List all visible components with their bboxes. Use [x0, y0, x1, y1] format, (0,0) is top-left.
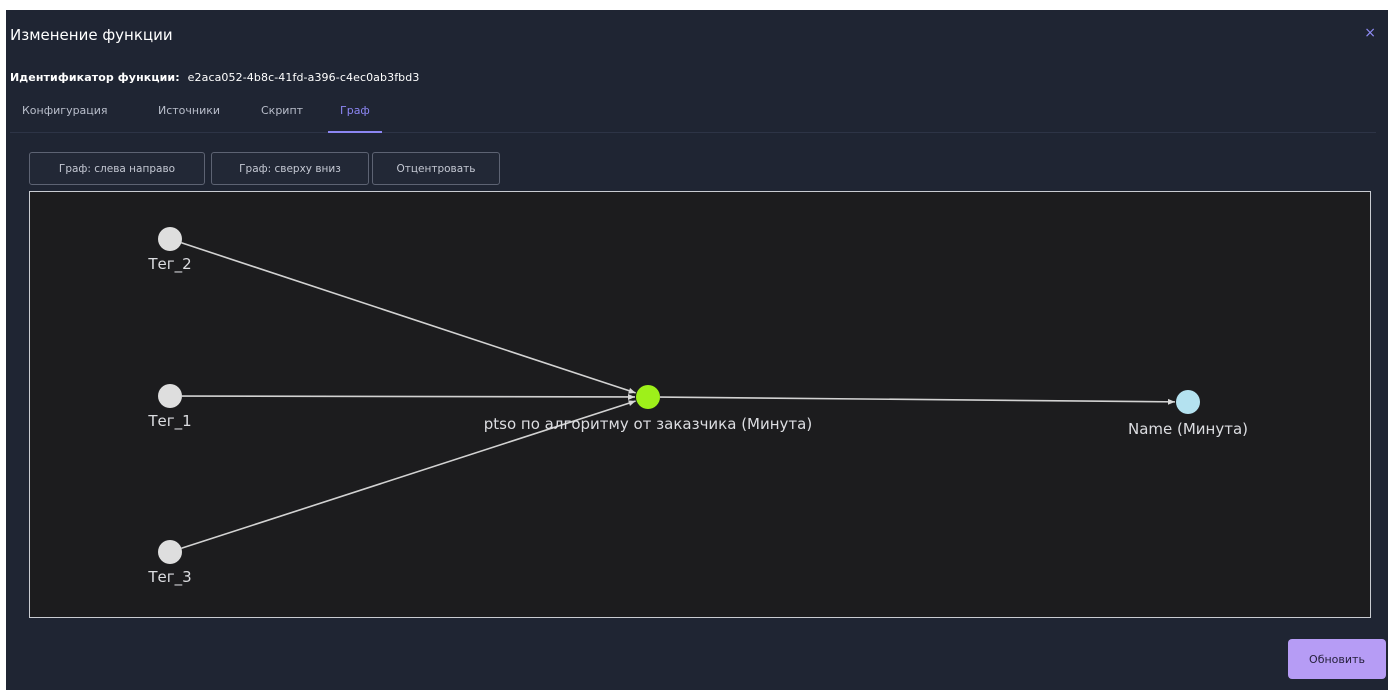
tab-configuration[interactable]: Конфигурация: [22, 104, 108, 131]
function-id: Идентификатор функции: e2aca052-4b8c-41f…: [10, 71, 419, 84]
graph-left-to-right-button[interactable]: Граф: слева направо: [29, 152, 205, 185]
graph-node-func[interactable]: [636, 385, 660, 409]
tab-bar: Конфигурация Источники Скрипт Граф: [10, 96, 1376, 133]
graph-node-label-teg2: Тег_2: [147, 255, 191, 274]
graph-canvas[interactable]: Тег_2 Тег_1 Тег_3 ptso по алгоритму от зака…: [29, 191, 1371, 618]
graph-node-label-out: Name (Минута): [1128, 420, 1248, 438]
center-button[interactable]: Отцентровать: [372, 152, 500, 185]
graph-edge-func-to-out: [659, 396, 1176, 405]
graph-node-label-teg1: Тег_1: [147, 412, 191, 431]
graph-svg[interactable]: Тег_2 Тег_1 Тег_3 ptso по алгоритму от зака…: [30, 192, 1370, 617]
tab-script[interactable]: Скрипт: [261, 104, 303, 131]
graph-node-teg2[interactable]: [158, 227, 182, 251]
update-button[interactable]: Обновить: [1288, 639, 1386, 679]
function-id-label: Идентификатор функции:: [10, 71, 180, 84]
graph-node-label-func: ptso по алгоритму от заказчика (Минута): [484, 415, 812, 433]
edit-function-dialog: Изменение функции × Идентификатор функци…: [6, 10, 1388, 690]
function-id-value: e2aca052-4b8c-41fd-a396-c4ec0ab3fbd3: [187, 71, 420, 84]
dialog-title: Изменение функции: [10, 26, 173, 44]
tab-sources[interactable]: Источники: [158, 104, 220, 131]
close-icon[interactable]: ×: [1364, 25, 1376, 41]
graph-node-out[interactable]: [1176, 390, 1200, 414]
graph-node-teg3[interactable]: [158, 540, 182, 564]
graph-node-label-teg3: Тег_3: [147, 568, 191, 587]
tab-graph[interactable]: Граф: [328, 104, 382, 133]
graph-node-teg1[interactable]: [158, 384, 182, 408]
graph-edge-teg1-to-func: [181, 393, 636, 400]
graph-top-to-bottom-button[interactable]: Граф: сверху вниз: [211, 152, 369, 185]
graph-edge-teg2-to-func: [181, 242, 636, 394]
